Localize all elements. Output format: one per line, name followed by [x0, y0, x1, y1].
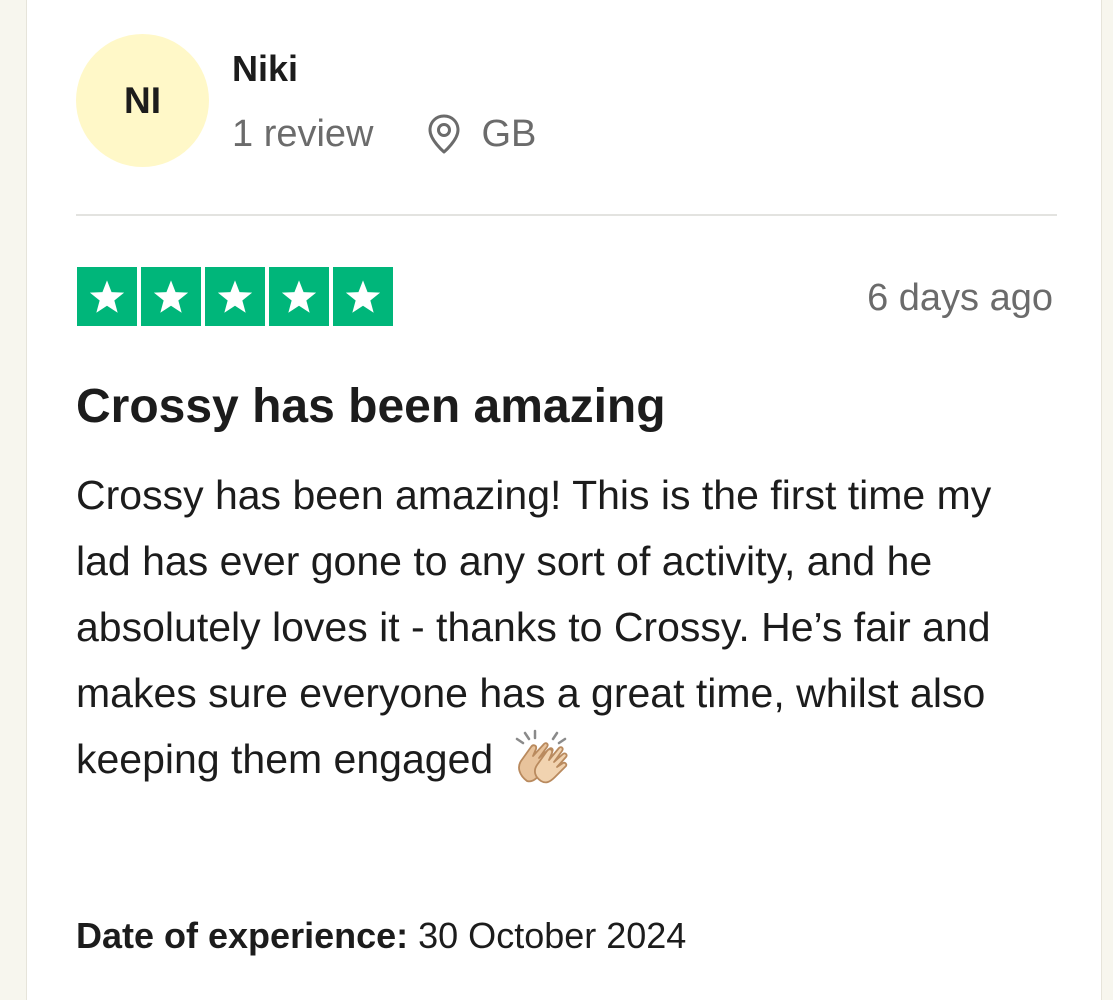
reviewer-name[interactable]: Niki: [232, 44, 298, 94]
reviewer-meta: 1 review GB: [232, 108, 536, 160]
star-icon: [333, 267, 393, 326]
avatar-initials: NI: [124, 79, 161, 121]
star-rating: [77, 267, 393, 326]
review-title[interactable]: Crossy has been amazing: [76, 375, 666, 439]
star-icon: [77, 267, 137, 326]
star-icon: [205, 267, 265, 326]
review-card: NI Niki 1 review GB 6 days ago Crossy ha…: [26, 0, 1102, 1000]
review-body: Crossy has been amazing! This is the fir…: [76, 462, 1036, 792]
review-date: 6 days ago: [867, 277, 1053, 319]
experience-label: Date of experience:: [76, 915, 409, 956]
review-count: 1 review: [232, 112, 374, 155]
star-icon: [269, 267, 329, 326]
clapping-hands-icon: [511, 729, 571, 785]
location-pin-icon: [426, 113, 462, 155]
avatar[interactable]: NI: [76, 34, 209, 167]
date-of-experience: Date of experience: 30 October 2024: [76, 906, 686, 966]
divider: [76, 214, 1057, 216]
experience-date: 30 October 2024: [418, 915, 687, 956]
reviewer-country: GB: [481, 112, 537, 155]
star-icon: [141, 267, 201, 326]
